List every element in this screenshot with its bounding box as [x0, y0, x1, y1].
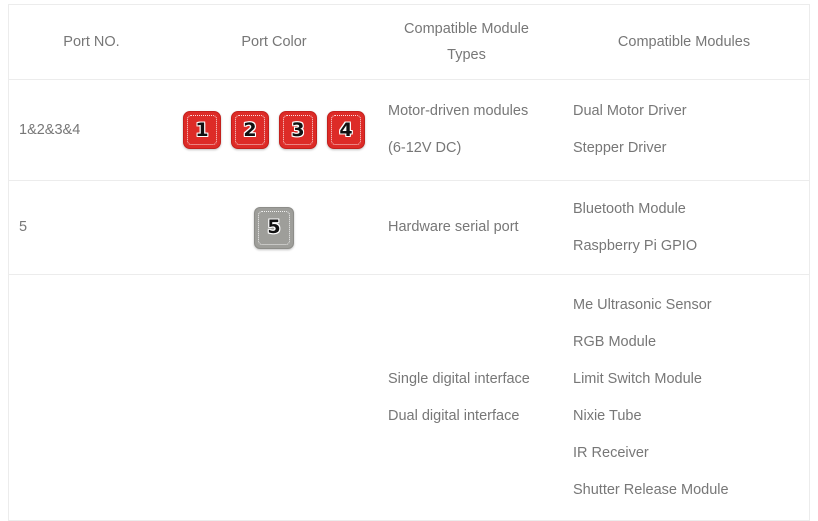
- module-type-item: Motor-driven modules: [388, 103, 529, 119]
- compatible-module-item: Limit Switch Module: [573, 370, 702, 387]
- port-badge-2-number: 2: [243, 118, 257, 141]
- port-badge-group: 1 2 3 4: [174, 111, 374, 149]
- module-types-list: Single digital interface Dual digital in…: [388, 361, 559, 435]
- port-no-value: 5: [19, 219, 28, 235]
- compatible-module-item: Stepper Driver: [573, 140, 667, 156]
- compatible-modules-list: Bluetooth Module Raspberry Pi GPIO: [573, 191, 809, 265]
- port-badge-5-number: 5: [267, 216, 281, 238]
- cell-port-no: 1&2&3&4: [9, 79, 174, 181]
- table-row: 5 5 Hardware serial port Bluetooth Modul…: [9, 180, 809, 275]
- cell-compatible-modules: Dual Motor Driver Stepper Driver: [559, 79, 809, 181]
- port-badge-1-number: 1: [195, 118, 209, 141]
- table-header-row: Port NO. Port Color Compatible Module Ty…: [9, 5, 809, 80]
- module-types-list: Motor-driven modules (6-12V DC): [388, 93, 559, 167]
- column-header-port-no: Port NO.: [9, 5, 174, 80]
- column-header-port-no-label: Port NO.: [63, 34, 120, 50]
- column-header-port-color-label: Port Color: [241, 34, 307, 50]
- compatible-module-item: Shutter Release Module: [573, 481, 729, 498]
- port-compatibility-table-wrapper: Port NO. Port Color Compatible Module Ty…: [8, 4, 810, 521]
- column-header-port-color: Port Color: [174, 5, 374, 80]
- column-header-compatible-modules-label: Compatible Modules: [617, 34, 751, 50]
- port-badge-4: 4: [327, 111, 365, 149]
- compatible-module-item: Bluetooth Module: [573, 200, 686, 217]
- module-type-item: Single digital interface: [388, 370, 530, 387]
- table-row: 1&2&3&4 1 2 3 4 Motor-driven modules (6-…: [9, 79, 809, 181]
- cell-port-color: [174, 274, 374, 521]
- column-header-compatible-modules: Compatible Modules: [559, 5, 809, 80]
- column-header-compatible-module-types: Compatible Module Types: [374, 5, 559, 80]
- column-header-module-types-line1: Compatible Module: [404, 21, 529, 37]
- cell-port-no: 5: [9, 180, 174, 275]
- table-header: Port NO. Port Color Compatible Module Ty…: [9, 5, 809, 80]
- module-type-item: (6-12V DC): [388, 140, 462, 156]
- port-no-value: 1&2&3&4: [19, 121, 81, 138]
- cell-module-types: Motor-driven modules (6-12V DC): [374, 79, 559, 181]
- compatible-module-item: Raspberry Pi GPIO: [573, 237, 698, 254]
- compatible-module-item: RGB Module: [573, 333, 657, 350]
- compatible-module-item: Nixie Tube: [573, 407, 642, 424]
- port-compatibility-table: Port NO. Port Color Compatible Module Ty…: [9, 5, 809, 521]
- port-badge-5: 5: [254, 206, 294, 249]
- port-badge-2: 2: [231, 111, 269, 149]
- compatible-module-item: Me Ultrasonic Sensor: [573, 296, 712, 313]
- cell-compatible-modules: Bluetooth Module Raspberry Pi GPIO: [559, 180, 809, 275]
- cell-module-types: Hardware serial port: [374, 180, 559, 275]
- port-badge-group: 5: [174, 206, 374, 249]
- cell-compatible-modules: Me Ultrasonic Sensor RGB Module Limit Sw…: [559, 274, 809, 521]
- cell-module-types: Single digital interface Dual digital in…: [374, 274, 559, 521]
- compatible-modules-list: Dual Motor Driver Stepper Driver: [573, 93, 809, 167]
- module-types-list: Hardware serial port: [388, 209, 559, 246]
- cell-port-color: 1 2 3 4: [174, 79, 374, 181]
- column-header-module-types-line2: Types: [447, 47, 486, 63]
- cell-port-color: 5: [174, 180, 374, 275]
- compatible-module-item: Dual Motor Driver: [573, 103, 687, 119]
- compatible-modules-list: Me Ultrasonic Sensor RGB Module Limit Sw…: [573, 287, 809, 509]
- port-badge-1: 1: [183, 111, 221, 149]
- port-badge-3-number: 3: [291, 118, 305, 141]
- table-body: 1&2&3&4 1 2 3 4 Motor-driven modules (6-…: [9, 79, 809, 521]
- module-type-item: Dual digital interface: [388, 407, 520, 424]
- module-type-item: Hardware serial port: [388, 219, 519, 235]
- table-row: Single digital interface Dual digital in…: [9, 274, 809, 521]
- port-badge-4-number: 4: [339, 118, 353, 141]
- port-badge-3: 3: [279, 111, 317, 149]
- cell-port-no: [9, 274, 174, 521]
- compatible-module-item: IR Receiver: [573, 444, 649, 461]
